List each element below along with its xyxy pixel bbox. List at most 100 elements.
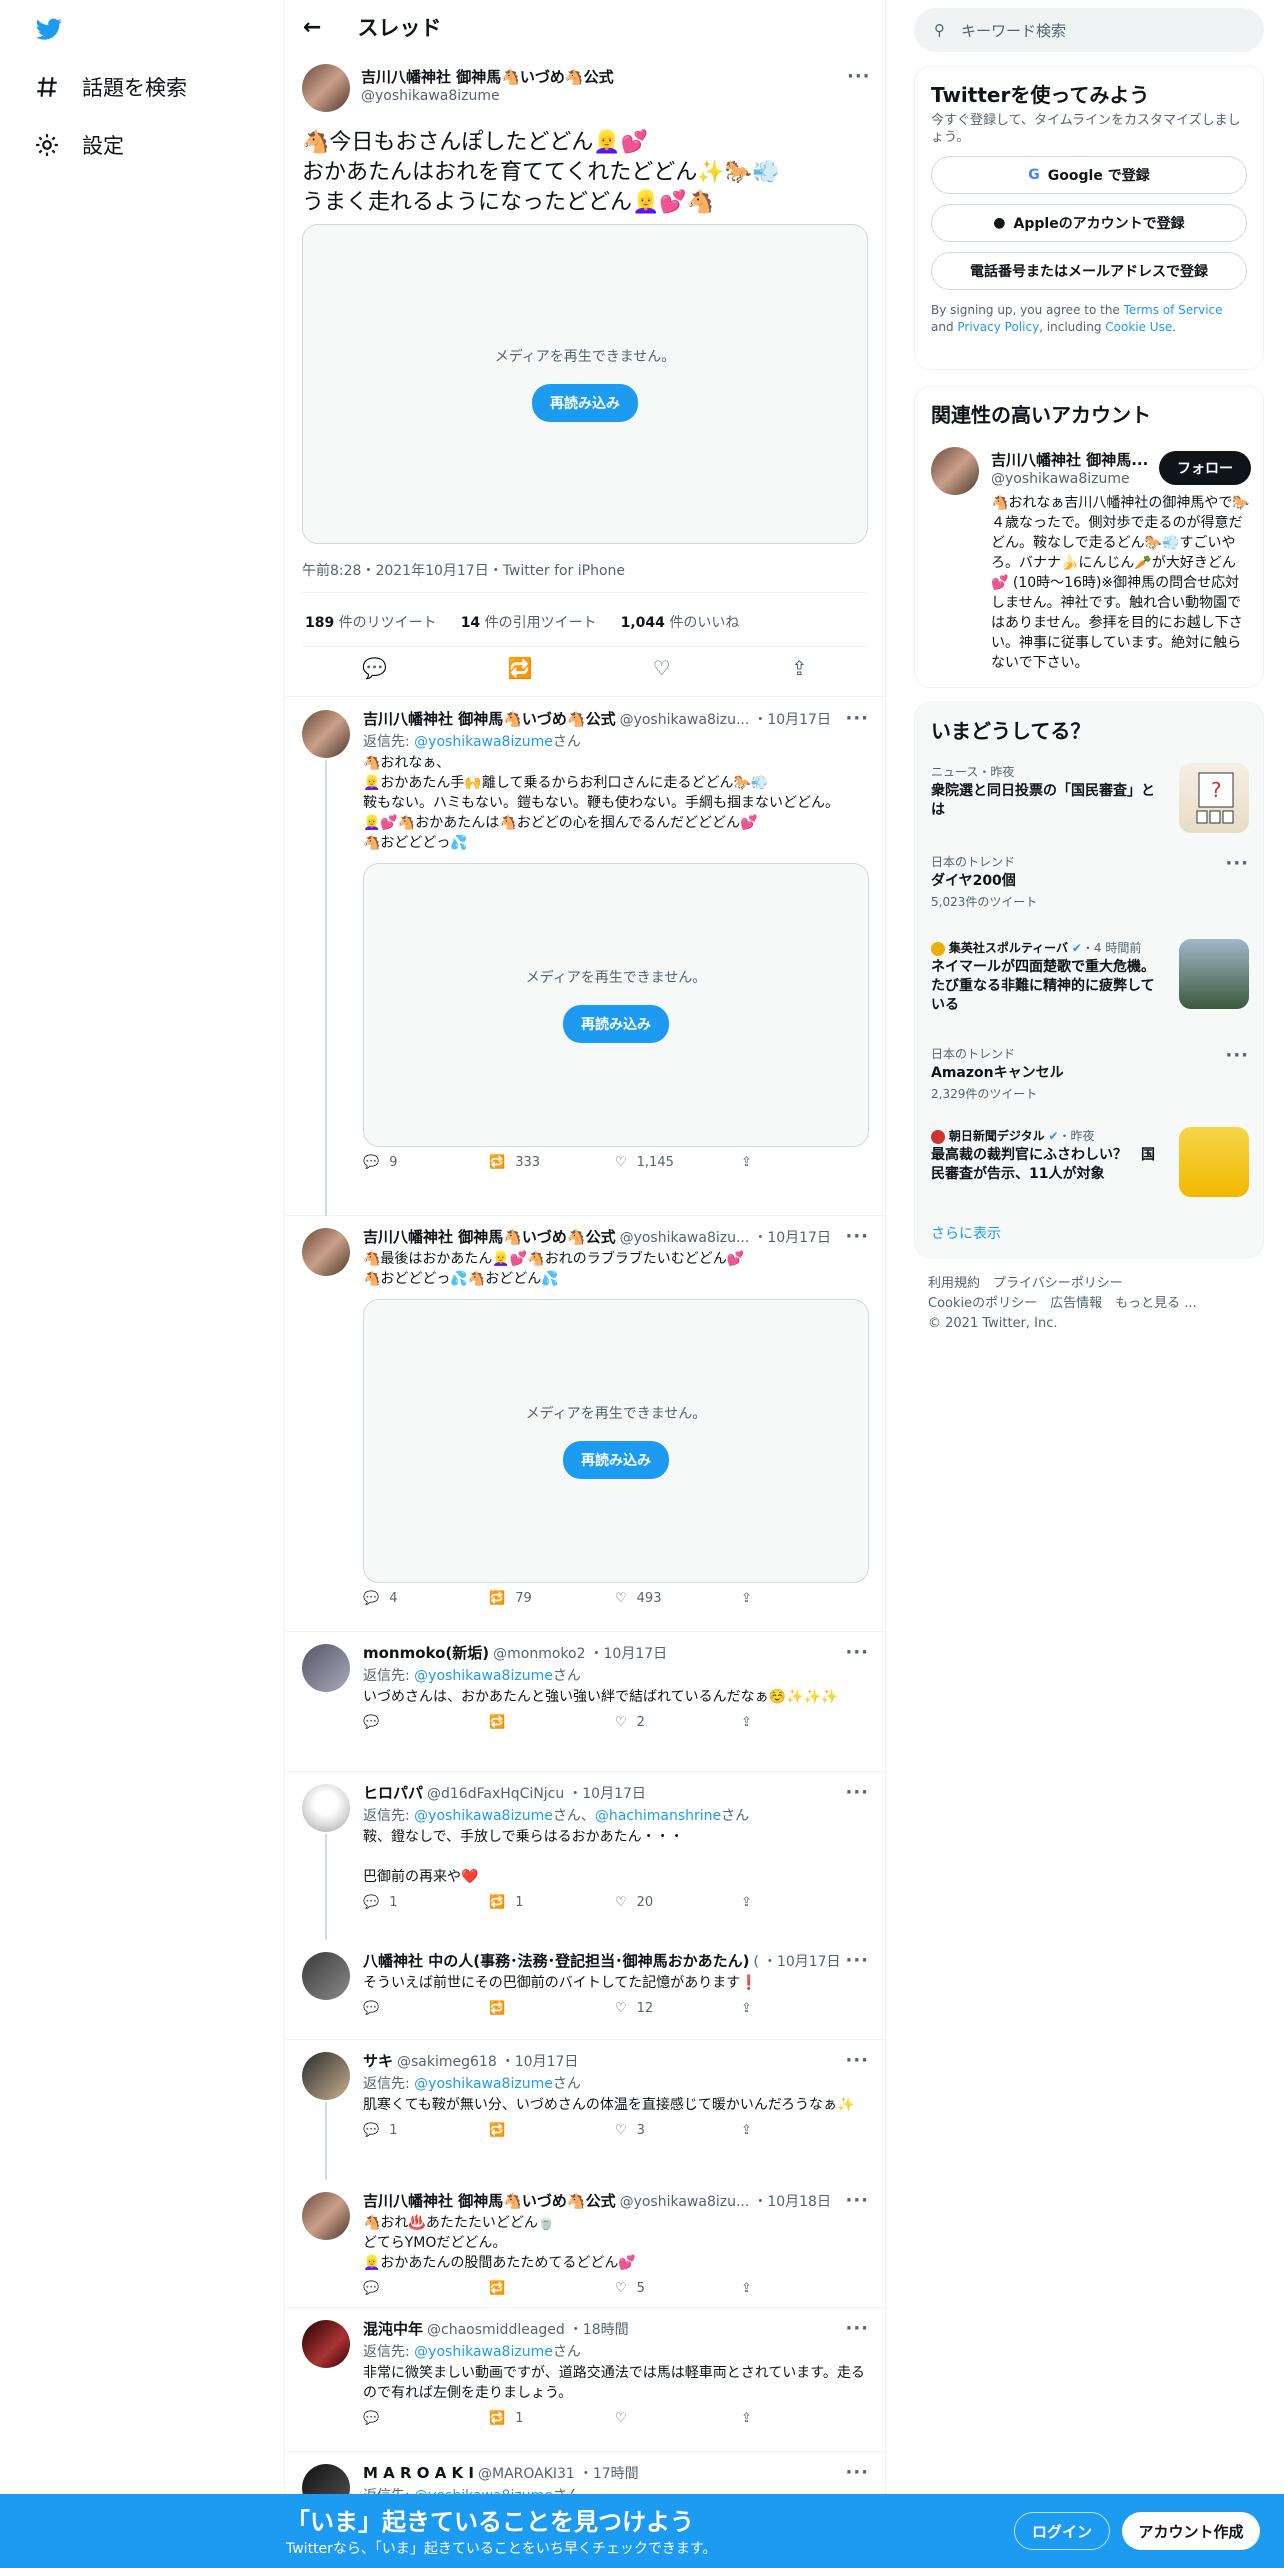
reply-button[interactable]: 💬	[363, 2281, 489, 2296]
author-name[interactable]: monmoko(新垢)	[363, 1642, 489, 1663]
share-button[interactable]: ⇪	[741, 2411, 867, 2426]
search-box[interactable]: ⚲ キーワード検索	[914, 8, 1264, 52]
related-account-handle[interactable]: @yoshikawa8izume	[991, 471, 1130, 487]
retweet-button[interactable]: 🔁	[489, 2123, 615, 2138]
reload-button[interactable]: 再読み込み	[563, 1005, 669, 1043]
author-handle[interactable]: (	[753, 1954, 758, 1970]
author-handle[interactable]: @MAROAKI31	[478, 2466, 575, 2482]
timestamp[interactable]: ・10月17日	[590, 1643, 668, 1663]
footer-link[interactable]: Cookieのポリシー	[928, 1296, 1037, 1311]
trend-item[interactable]: ニュース・昨夜 衆院選と同日投票の「国民審査」とは ?	[931, 763, 1249, 833]
trend-item[interactable]: 日本のトレンド Amazonキャンセル 2,329件のツイート ···	[931, 1045, 1249, 1102]
media-player[interactable]: メディアを再生できません。 再読み込み	[363, 863, 869, 1147]
reply-button[interactable]: 💬	[363, 2411, 489, 2426]
reply-button[interactable]: 💬	[363, 1715, 489, 1730]
tweet-meta[interactable]: 午前8:28・2021年10月17日・Twitter for iPhone	[302, 560, 625, 580]
avatar[interactable]	[302, 2320, 350, 2368]
reload-button[interactable]: 再読み込み	[532, 384, 638, 422]
footer-link[interactable]: 利用規約	[928, 1276, 980, 1291]
more-icon[interactable]: ···	[845, 1642, 869, 1663]
like-button[interactable]: ♡ 3	[615, 2123, 741, 2138]
like-icon[interactable]: ♡	[653, 656, 671, 680]
author-handle[interactable]: @yoshikawa8izu...	[620, 2194, 750, 2210]
retweet-button[interactable]: 🔁 1	[489, 2411, 615, 2426]
reply-button[interactable]: 💬 1	[363, 1895, 489, 1910]
related-account-name[interactable]: 吉川八幡神社 御神馬...	[991, 449, 1151, 470]
privacy-link[interactable]: Privacy Policy	[957, 320, 1039, 334]
avatar[interactable]	[302, 1644, 350, 1692]
author-handle[interactable]: @monmoko2	[493, 1646, 585, 1662]
like-button[interactable]: ♡ 12	[615, 2001, 741, 2016]
reply-tweet[interactable]: 混沌中年 @chaosmiddleaged ・18時間 ··· 返信先: @yoshi…	[285, 2308, 885, 2452]
more-icon[interactable]: ···	[845, 708, 869, 729]
more-icon[interactable]: ···	[847, 66, 871, 87]
avatar[interactable]	[302, 64, 350, 112]
media-player[interactable]: メディアを再生できません。 再読み込み	[363, 1299, 869, 1583]
reply-tweet[interactable]: ヒロパパ @d16dFaxHqCiNjcu ・10月17日 ··· 返信先: @yos…	[285, 1772, 885, 1940]
author-handle[interactable]: @sakimeg618	[397, 2054, 497, 2070]
login-button[interactable]: ログイン	[1014, 2512, 1110, 2550]
reply-tweet[interactable]: 八幡神社 中の人(事務･法務･登記担当･御神馬おかあたん)(・10月17日 ···…	[285, 1940, 885, 2040]
footer-link[interactable]: もっと見る ...	[1115, 1296, 1197, 1311]
search-input[interactable]: キーワード検索	[961, 20, 1066, 41]
author-name[interactable]: 吉川八幡神社 御神馬🐴いづめ🐴公式	[361, 66, 614, 87]
more-icon[interactable]: ···	[845, 1782, 869, 1803]
retweet-button[interactable]: 🔁 1	[489, 1895, 615, 1910]
author-name[interactable]: 吉川八幡神社 御神馬🐴いづめ🐴公式	[363, 1226, 616, 1247]
more-icon[interactable]: ···	[845, 2190, 869, 2211]
share-button[interactable]: ⇪	[741, 1591, 867, 1606]
phone-signup-button[interactable]: 電話番号またはメールアドレスで登録	[931, 252, 1247, 290]
share-button[interactable]: ⇪	[741, 2001, 867, 2016]
apple-signup-button[interactable]: ● Appleのアカウントで登録	[931, 204, 1247, 242]
reply-button[interactable]: 💬 4	[363, 1591, 489, 1606]
reply-tweet[interactable]: 吉川八幡神社 御神馬🐴いづめ🐴公式 @yoshikawa8izu... ・10月18…	[285, 2180, 885, 2308]
avatar[interactable]	[302, 2192, 350, 2240]
reply-to-link[interactable]: @hachimanshrine	[595, 1808, 721, 1824]
nav-settings[interactable]: 設定	[34, 130, 124, 160]
retweet-count[interactable]: 189 件のリツイート	[305, 612, 437, 632]
like-button[interactable]: ♡ 493	[615, 1591, 741, 1606]
reply-tweet[interactable]: monmoko(新垢) @monmoko2 ・10月17日 ··· 返信先: @yos…	[285, 1632, 885, 1772]
share-button[interactable]: ⇪	[741, 1895, 867, 1910]
retweet-icon[interactable]: 🔁	[507, 656, 532, 680]
author-name[interactable]: 吉川八幡神社 御神馬🐴いづめ🐴公式	[363, 708, 616, 729]
reload-button[interactable]: 再読み込み	[563, 1441, 669, 1479]
author-handle[interactable]: @chaosmiddleaged	[427, 2322, 565, 2338]
reply-icon[interactable]: 💬	[362, 656, 387, 680]
nav-explore[interactable]: 話題を検索	[34, 72, 187, 102]
author-name[interactable]: サキ	[363, 2050, 393, 2071]
signup-button[interactable]: アカウント作成	[1122, 2512, 1260, 2550]
retweet-button[interactable]: 🔁 79	[489, 1591, 615, 1606]
reply-button[interactable]: 💬 9	[363, 1155, 489, 1170]
trend-item[interactable]: 朝日新聞デジタル ✔・昨夜 最高裁の裁判官にふさわしい？ 国民審査が告示、11人…	[931, 1127, 1249, 1197]
share-icon[interactable]: ⇪	[791, 656, 808, 680]
back-arrow-icon[interactable]: ←	[303, 15, 321, 40]
avatar[interactable]	[302, 2052, 350, 2100]
more-icon[interactable]: ···	[1225, 1045, 1249, 1066]
author-name[interactable]: ヒロパパ	[363, 1782, 423, 1803]
avatar[interactable]	[302, 1784, 350, 1832]
timestamp[interactable]: ・10月17日	[753, 1227, 831, 1247]
like-button[interactable]: ♡ 5	[615, 2281, 741, 2296]
author-name[interactable]: 吉川八幡神社 御神馬🐴いづめ🐴公式	[363, 2190, 616, 2211]
cookie-link[interactable]: Cookie Use	[1105, 320, 1172, 334]
avatar[interactable]	[302, 710, 350, 758]
follow-button[interactable]: フォロー	[1159, 451, 1251, 485]
google-signup-button[interactable]: G Google で登録	[931, 156, 1247, 194]
reply-to-link[interactable]: @yoshikawa8izume	[414, 2344, 553, 2360]
share-button[interactable]: ⇪	[741, 1715, 867, 1730]
author-name[interactable]: 八幡神社 中の人(事務･法務･登記担当･御神馬おかあたん)	[363, 1950, 749, 1971]
more-icon[interactable]: ···	[845, 2050, 869, 2071]
footer-link[interactable]: プライバシーポリシー	[993, 1276, 1123, 1291]
author-handle[interactable]: @yoshikawa8izu...	[620, 1230, 750, 1246]
footer-link[interactable]: 広告情報	[1050, 1296, 1102, 1311]
trend-item[interactable]: 日本のトレンド ダイヤ200個 5,023件のツイート ···	[931, 853, 1249, 910]
retweet-button[interactable]: 🔁	[489, 2281, 615, 2296]
reply-to-link[interactable]: @yoshikawa8izume	[414, 2076, 553, 2092]
timestamp[interactable]: ・17時間	[579, 2463, 639, 2483]
author-name[interactable]: 混沌中年	[363, 2318, 423, 2339]
timestamp[interactable]: ・10月17日	[568, 1783, 646, 1803]
timestamp[interactable]: ・10月17日	[763, 1951, 841, 1971]
more-icon[interactable]: ···	[1225, 853, 1249, 874]
reply-tweet[interactable]: 吉川八幡神社 御神馬🐴いづめ🐴公式 @yoshikawa8izu... ・10月17…	[285, 1216, 885, 1632]
